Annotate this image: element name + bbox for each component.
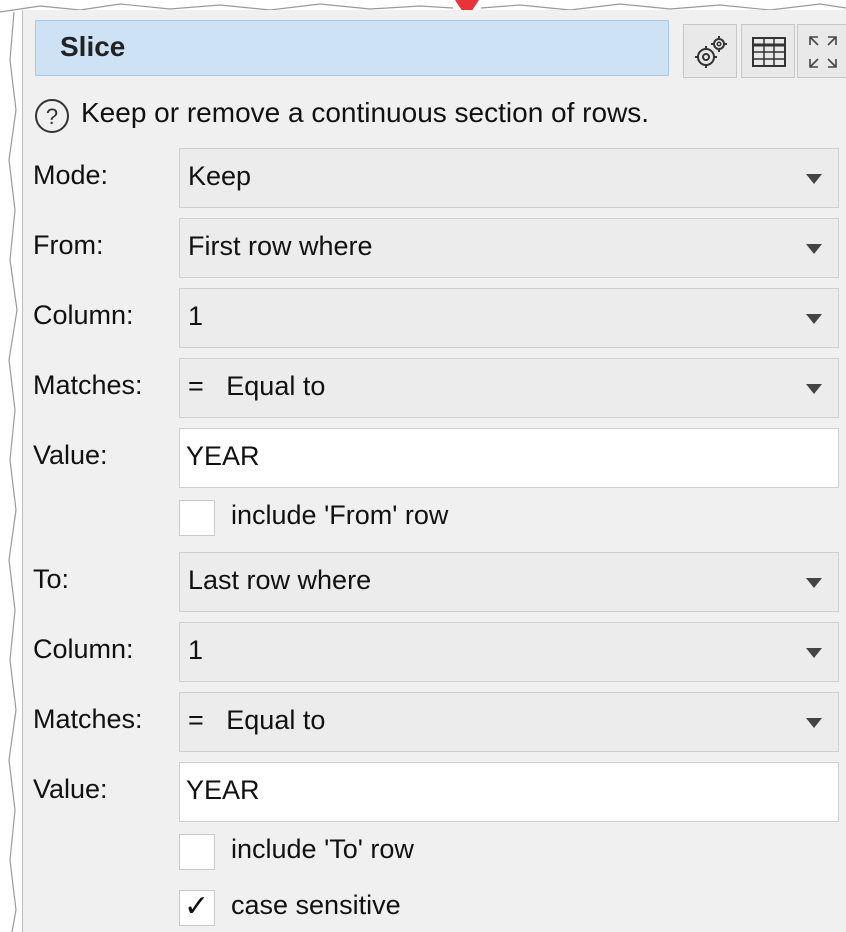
gears-icon: [695, 36, 727, 68]
from-dropdown[interactable]: First row where: [179, 218, 839, 278]
from-matches-value: = Equal to: [188, 371, 326, 401]
to-matches-label: Matches:: [33, 704, 143, 734]
to-value-text: YEAR: [186, 775, 260, 805]
svg-text:?: ?: [46, 104, 58, 129]
table-icon: [752, 37, 786, 67]
dropdown-arrow-icon: [806, 314, 822, 324]
checkmark-icon: ✓: [184, 889, 210, 924]
expand-icon: [809, 36, 837, 68]
expand-button[interactable]: [797, 24, 846, 78]
from-label: From:: [33, 230, 104, 260]
include-to-row-label: include 'To' row: [231, 834, 414, 864]
dropdown-arrow-icon: [806, 244, 822, 254]
from-matches-label: Matches:: [33, 370, 143, 400]
to-matches-value: = Equal to: [188, 705, 326, 735]
to-column-value: 1: [188, 635, 204, 665]
dropdown-arrow-icon: [806, 718, 822, 728]
slice-panel: Slice ? Keep or remove a continuous sect…: [22, 10, 846, 932]
to-column-dropdown[interactable]: 1: [179, 622, 839, 682]
dropdown-arrow-icon: [806, 174, 822, 184]
mode-value: Keep: [188, 161, 252, 191]
to-value-label: Value:: [33, 774, 108, 804]
to-column-label: Column:: [33, 634, 134, 664]
from-matches-dropdown[interactable]: = Equal to: [179, 358, 839, 418]
mode-dropdown[interactable]: Keep: [179, 148, 839, 208]
case-sensitive-label: case sensitive: [231, 890, 401, 920]
include-to-row-checkbox[interactable]: [179, 834, 215, 870]
panel-title: Slice: [60, 31, 126, 62]
dropdown-arrow-icon: [806, 578, 822, 588]
from-column-dropdown[interactable]: 1: [179, 288, 839, 348]
include-to-row-option: include 'To' row: [179, 832, 579, 872]
dropdown-arrow-icon: [806, 648, 822, 658]
to-dropdown[interactable]: Last row where: [179, 552, 839, 612]
to-label: To:: [33, 564, 70, 594]
include-from-row-option: include 'From' row: [179, 498, 579, 538]
table-view-button[interactable]: [741, 24, 795, 78]
from-value-text: YEAR: [186, 441, 260, 471]
from-value-label: Value:: [33, 440, 108, 470]
to-value: Last row where: [188, 565, 372, 595]
from-column-label: Column:: [33, 300, 134, 330]
help-text: Keep or remove a continuous section of r…: [81, 97, 650, 128]
help-icon[interactable]: ?: [33, 97, 71, 135]
panel-title-bar[interactable]: Slice: [35, 20, 669, 76]
include-from-row-label: include 'From' row: [231, 500, 449, 530]
case-sensitive-option: ✓ case sensitive: [179, 888, 579, 928]
from-value: First row where: [188, 231, 373, 261]
gear-settings-button[interactable]: [683, 24, 737, 78]
to-matches-dropdown[interactable]: = Equal to: [179, 692, 839, 752]
from-value-input[interactable]: YEAR: [179, 428, 839, 488]
case-sensitive-checkbox[interactable]: ✓: [179, 889, 215, 926]
include-from-row-checkbox[interactable]: [179, 500, 215, 536]
to-value-input[interactable]: YEAR: [179, 762, 839, 822]
from-column-value: 1: [188, 301, 204, 331]
dropdown-arrow-icon: [806, 384, 822, 394]
mode-label: Mode:: [33, 160, 109, 190]
